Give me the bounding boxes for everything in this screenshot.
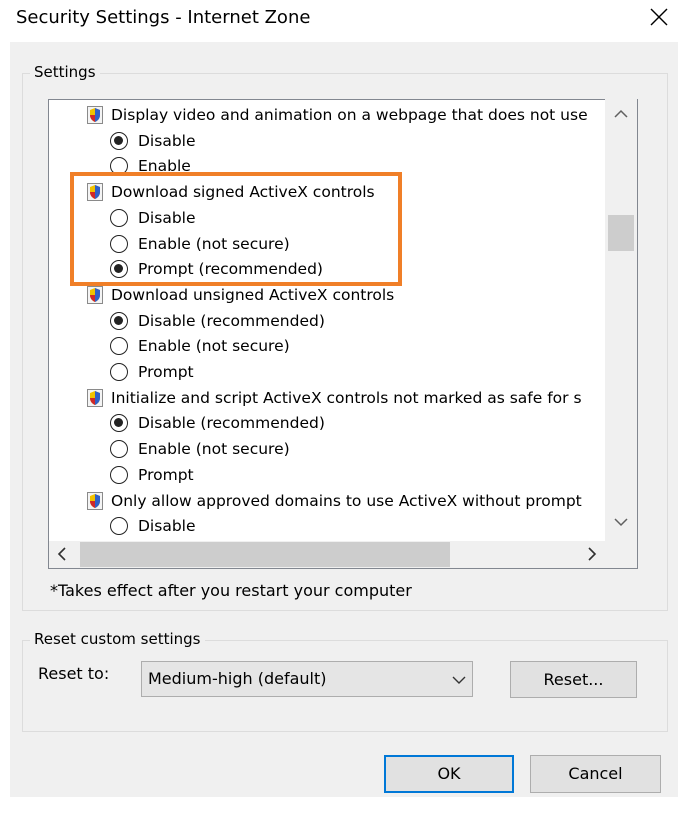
setting-category-label: Download signed ActiveX controls	[111, 183, 375, 202]
radio-unchecked-icon[interactable]	[110, 465, 128, 484]
security-shield-icon	[87, 491, 103, 510]
setting-option-label: Disable	[138, 208, 196, 227]
setting-option-label: Disable	[138, 131, 196, 150]
radio-checked-icon[interactable]	[110, 311, 128, 330]
setting-category-label: Only allow approved domains to use Activ…	[111, 491, 582, 510]
setting-option-label: Enable (not secure)	[138, 234, 290, 253]
setting-category-label: Initialize and script ActiveX controls n…	[111, 388, 582, 407]
reset-level-dropdown[interactable]: Medium-high (default)	[141, 661, 473, 697]
setting-option-label: Disable	[138, 517, 196, 536]
radio-unchecked-icon[interactable]	[110, 363, 128, 381]
setting-option-label: Enable	[138, 157, 191, 176]
reset-group-label: Reset custom settings	[30, 630, 205, 648]
settings-group-label: Settings	[30, 63, 100, 81]
scroll-right-icon[interactable]	[587, 547, 597, 561]
radio-checked-icon[interactable]	[110, 131, 128, 150]
setting-option-label: Prompt	[138, 363, 194, 381]
radio-unchecked-icon[interactable]	[110, 234, 128, 253]
ok-button[interactable]: OK	[384, 755, 514, 793]
window-title: Security Settings - Internet Zone	[16, 7, 311, 28]
setting-option-label: Disable (recommended)	[138, 414, 325, 433]
reset-button[interactable]: Reset...	[510, 661, 637, 698]
chevron-down-icon	[452, 676, 466, 684]
scroll-down-icon[interactable]	[614, 517, 628, 527]
radio-unchecked-icon[interactable]	[110, 440, 128, 459]
security-shield-icon	[87, 183, 103, 202]
security-shield-icon	[87, 106, 103, 124]
close-icon[interactable]	[648, 6, 670, 28]
scroll-left-icon[interactable]	[57, 547, 67, 561]
reset-to-label: Reset to:	[38, 664, 110, 683]
setting-option-label: Disable (recommended)	[138, 311, 325, 330]
radio-unchecked-icon[interactable]	[110, 517, 128, 536]
setting-option-label: Prompt	[138, 465, 194, 484]
setting-option-label: Enable (not secure)	[138, 440, 290, 459]
security-shield-icon	[87, 285, 103, 304]
restart-note: *Takes effect after you restart your com…	[50, 581, 412, 600]
title-bar: Security Settings - Internet Zone	[0, 0, 688, 42]
settings-list[interactable]: Display video and animation on a webpage…	[48, 99, 638, 569]
setting-option-label: Prompt (recommended)	[138, 260, 323, 279]
radio-unchecked-icon[interactable]	[110, 337, 128, 356]
cancel-button[interactable]: Cancel	[530, 755, 661, 793]
setting-option-label: Enable (not secure)	[138, 337, 290, 356]
radio-checked-icon[interactable]	[110, 260, 128, 279]
reset-level-value: Medium-high (default)	[148, 669, 327, 688]
scrollbar-corner	[605, 541, 637, 568]
radio-checked-icon[interactable]	[110, 414, 128, 433]
radio-unchecked-icon[interactable]	[110, 157, 128, 176]
vertical-scroll-thumb[interactable]	[608, 215, 634, 251]
setting-category-label: Download unsigned ActiveX controls	[111, 285, 395, 304]
security-shield-icon	[87, 388, 103, 407]
vertical-scrollbar[interactable]	[605, 99, 637, 541]
horizontal-scroll-thumb[interactable]	[80, 542, 450, 567]
scroll-up-icon[interactable]	[614, 109, 628, 119]
radio-unchecked-icon[interactable]	[110, 208, 128, 227]
setting-category-label: Display video and animation on a webpage…	[111, 106, 588, 124]
